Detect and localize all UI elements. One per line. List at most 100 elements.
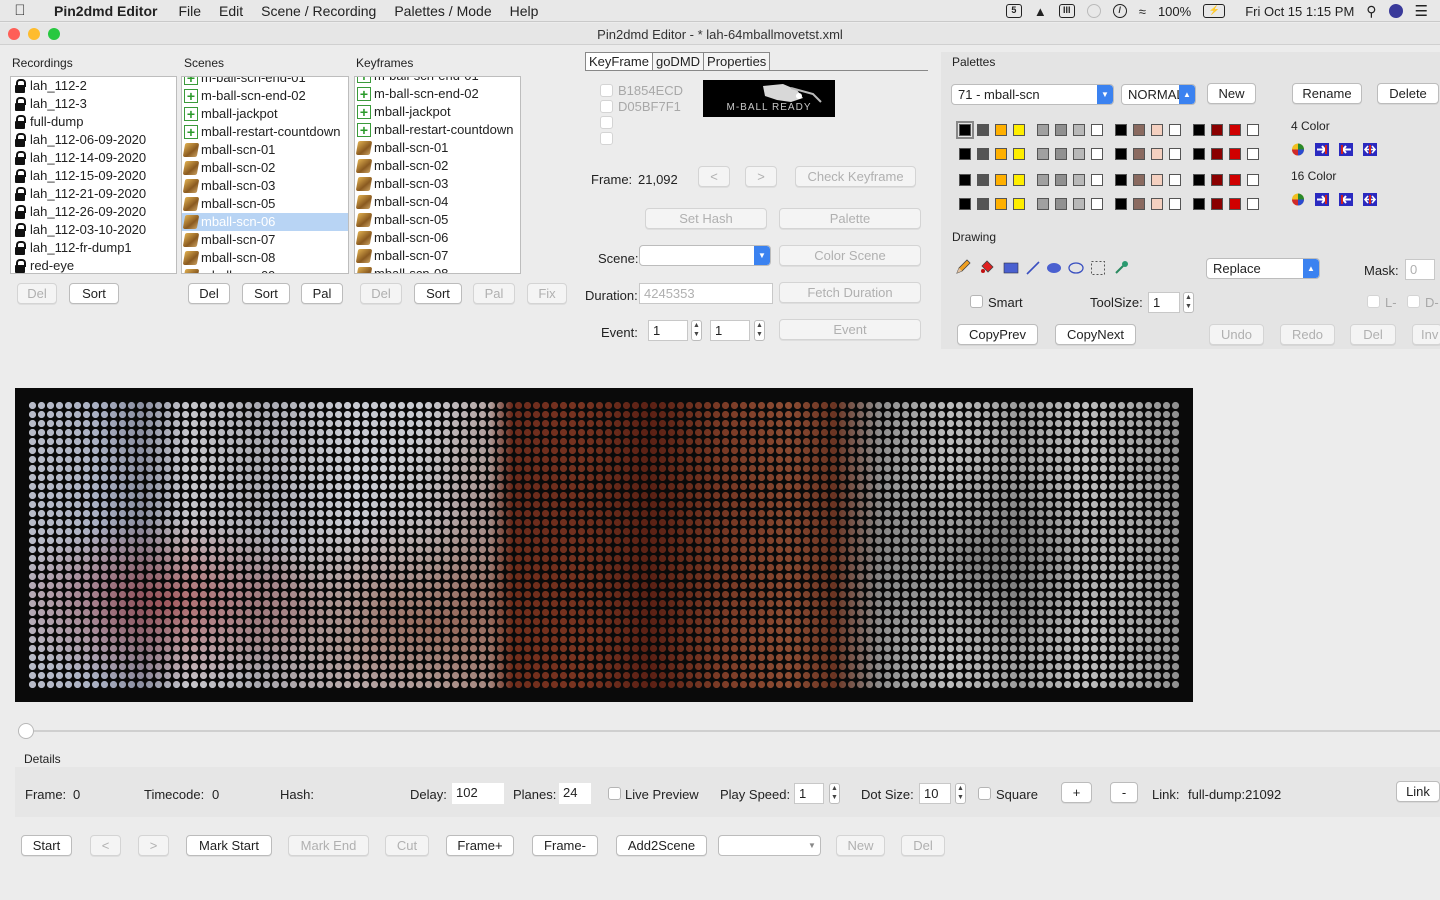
palette-swatch[interactable]	[977, 198, 989, 210]
palette-swatch[interactable]	[1151, 124, 1163, 136]
list-item[interactable]: mball-scn-02	[355, 157, 520, 175]
add2scene-button[interactable]: Add2Scene	[616, 835, 707, 856]
palette-swatch[interactable]	[1037, 124, 1049, 136]
list-item[interactable]: lah_112-15-09-2020	[11, 167, 176, 185]
keyframes-sort-button[interactable]: Sort	[414, 283, 462, 304]
palette-swatch[interactable]	[1247, 148, 1259, 160]
color-wheel-16-icon[interactable]	[1291, 193, 1305, 206]
palette-swatch[interactable]	[1091, 124, 1103, 136]
palette-swatch[interactable]	[1169, 148, 1181, 160]
list-item[interactable]: mball-scn-08	[182, 249, 348, 267]
user-icon[interactable]	[1388, 4, 1403, 18]
palette-swatch[interactable]	[1133, 174, 1145, 186]
palette-swatch[interactable]	[995, 124, 1007, 136]
palette-swatch[interactable]	[1037, 148, 1049, 160]
link-button[interactable]: Link	[1396, 781, 1440, 802]
palette-swatch[interactable]	[1169, 174, 1181, 186]
block-icon[interactable]: /	[1112, 4, 1127, 18]
palette-swatch[interactable]	[1091, 174, 1103, 186]
list-item[interactable]: lah_112-2	[11, 77, 176, 95]
list-item[interactable]: m-ball-scn-end-02	[355, 85, 520, 103]
menu-palettes-mode[interactable]: Palettes / Mode	[385, 3, 500, 19]
palette-swatch[interactable]	[1055, 148, 1067, 160]
palette-swatch[interactable]	[1229, 148, 1241, 160]
keyframes-del-button[interactable]: Del	[360, 283, 402, 304]
d-checkbox[interactable]	[1407, 295, 1420, 308]
dot-size-field[interactable]: 10	[919, 783, 951, 804]
list-item[interactable]: mball-scn-01	[355, 139, 520, 157]
palette-new-button[interactable]: New	[1207, 83, 1256, 104]
palette-swatch[interactable]	[1013, 148, 1025, 160]
event-a-stepper[interactable]: ▲ ▼	[691, 320, 702, 341]
hash-checkbox-4[interactable]	[600, 132, 613, 145]
palette-swatch[interactable]	[1151, 148, 1163, 160]
list-item-selected[interactable]: mball-scn-06	[182, 213, 348, 231]
set-hash-button[interactable]: Set Hash	[645, 208, 767, 229]
list-item[interactable]: full-dump	[11, 113, 176, 131]
eyedropper-icon[interactable]	[1114, 259, 1130, 275]
undo-button[interactable]: Undo	[1209, 324, 1264, 345]
play-speed-stepper[interactable]: ▲ ▼	[829, 783, 840, 804]
list-item[interactable]: mball-scn-08	[355, 265, 520, 273]
planes-field[interactable]: 24	[559, 783, 591, 804]
list-item[interactable]: m-ball-scn-end-02	[182, 87, 348, 105]
palette-swatch[interactable]	[1073, 174, 1085, 186]
palette-swatch[interactable]	[1151, 198, 1163, 210]
dot-size-stepper[interactable]: ▲ ▼	[955, 783, 966, 804]
list-item[interactable]: lah_112-06-09-2020	[11, 131, 176, 149]
palette-swatch[interactable]	[1115, 124, 1127, 136]
frame-plus-button[interactable]: Frame+	[446, 835, 514, 856]
clock[interactable]: Fri Oct 15 1:15 PM	[1245, 4, 1354, 19]
palette-swatch[interactable]	[1115, 174, 1127, 186]
bottom-del-button[interactable]: Del	[901, 835, 945, 856]
copyprev-button[interactable]: CopyPrev	[957, 324, 1038, 345]
palette-swatch[interactable]	[956, 121, 974, 139]
ellipse-icon[interactable]	[1068, 260, 1084, 276]
palette-swatch[interactable]	[1247, 174, 1259, 186]
recordings-sort-button[interactable]: Sort	[69, 283, 119, 304]
palette-swatch[interactable]	[1073, 198, 1085, 210]
palette-swatch[interactable]	[1151, 174, 1163, 186]
frame-slider-handle[interactable]	[18, 723, 34, 739]
palette-swatch[interactable]	[1169, 198, 1181, 210]
palette-button[interactable]: Palette	[779, 208, 921, 229]
palette-swatch[interactable]	[995, 174, 1007, 186]
menu-edit[interactable]: Edit	[210, 3, 252, 19]
palette-swatch[interactable]	[1133, 198, 1145, 210]
list-item[interactable]: mball-jackpot	[182, 105, 348, 123]
menu-scene-recording[interactable]: Scene / Recording	[252, 3, 385, 19]
palette-swatch[interactable]	[1193, 124, 1205, 136]
list-item[interactable]: lah_112-14-09-2020	[11, 149, 176, 167]
palette-rename-button[interactable]: Rename	[1292, 83, 1362, 104]
swap-palette-16-icon[interactable]	[1363, 193, 1377, 206]
selection-icon[interactable]	[1090, 260, 1106, 276]
hash-checkbox-3[interactable]	[600, 116, 613, 129]
palette-swatch[interactable]	[1037, 198, 1049, 210]
list-item[interactable]: mball-scn-03	[182, 177, 348, 195]
list-item[interactable]: mball-scn-04	[355, 193, 520, 211]
wifi-icon[interactable]: ≈	[1139, 4, 1146, 19]
fetch-duration-button[interactable]: Fetch Duration	[779, 282, 921, 303]
palette-swatch[interactable]	[977, 174, 989, 186]
palette-swatch[interactable]	[1115, 148, 1127, 160]
recordings-list[interactable]: lah_112-2 lah_112-3 full-dump lah_112-06…	[10, 76, 177, 274]
start-button[interactable]: Start	[21, 835, 72, 856]
battery-icon[interactable]: ⚡	[1203, 4, 1226, 18]
keyframes-pal-button[interactable]: Pal	[473, 283, 515, 304]
palette-swatch[interactable]	[1091, 148, 1103, 160]
filled-ellipse-icon[interactable]	[1046, 260, 1062, 276]
copynext-button[interactable]: CopyNext	[1055, 324, 1136, 345]
palette-swatch[interactable]	[1211, 198, 1223, 210]
five-icon[interactable]: 5	[1005, 4, 1022, 18]
live-preview-checkbox[interactable]	[608, 787, 621, 800]
mark-start-button[interactable]: Mark Start	[186, 835, 272, 856]
toolsize-field[interactable]: 1	[1148, 292, 1180, 313]
keyframes-fix-button[interactable]: Fix	[527, 283, 567, 304]
scenes-del-button[interactable]: Del	[188, 283, 230, 304]
list-item[interactable]: mball-restart-countdown	[355, 121, 520, 139]
frame-minus-button[interactable]: Frame-	[532, 835, 598, 856]
duration-field[interactable]: 4245353	[639, 283, 773, 304]
prev-frame-button[interactable]: <	[90, 835, 121, 856]
square-checkbox[interactable]	[978, 787, 991, 800]
tab-properties[interactable]: Properties	[704, 52, 771, 71]
